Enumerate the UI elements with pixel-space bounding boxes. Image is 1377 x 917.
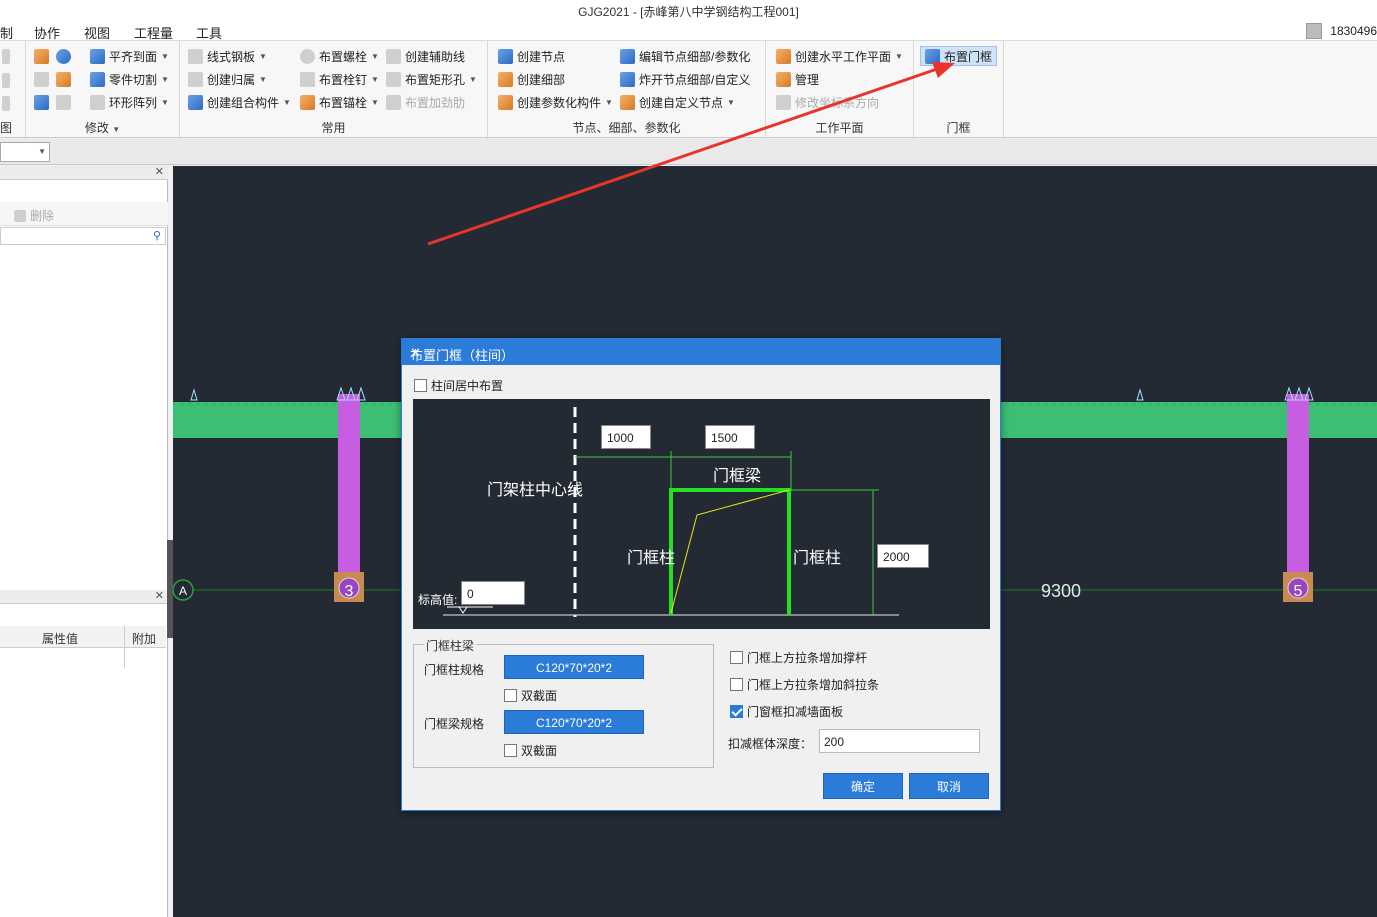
deduct-wall-panel-label: 门窗框扣减墙面板 <box>747 705 844 719</box>
column-double-section-checkbox[interactable]: 双截面 <box>504 687 557 704</box>
center-line-label: 门架柱中心线 <box>487 481 583 499</box>
center-between-columns-checkbox[interactable]: 柱间居中布置 <box>414 377 503 394</box>
checkbox-checked-icon <box>730 705 743 718</box>
beam-double-label: 双截面 <box>521 744 558 758</box>
elevation-label: 标高值: <box>418 592 457 607</box>
frame-members-group: 门框柱梁 门框柱规格 C120*70*20*2 双截面 门框梁规格 C120*7… <box>413 637 714 768</box>
deduct-wall-panel-checkbox[interactable]: 门窗框扣减墙面板 <box>730 703 843 720</box>
height-input[interactable]: 2000 <box>877 544 929 568</box>
right-column-label: 门框柱 <box>793 549 841 567</box>
deduct-depth-input[interactable]: 200 <box>819 729 980 753</box>
checkbox-box <box>504 689 517 702</box>
dialog-title-bar: 布置门框（柱间） ✕ <box>402 339 1000 365</box>
beam-label: 门框梁 <box>713 467 761 485</box>
add-diagonal-checkbox[interactable]: 门框上方拉条增加斜拉条 <box>730 676 879 693</box>
checkbox-box <box>504 744 517 757</box>
door-frame-preview: 门架柱中心线 门框梁 门框柱 门框柱 标高值: 1000 1500 2000 0 <box>413 399 990 629</box>
left-column-label: 门框柱 <box>627 549 675 567</box>
close-icon[interactable]: ✕ <box>410 345 992 361</box>
elevation-input[interactable]: 0 <box>461 581 525 605</box>
add-brace-label: 门框上方拉条增加撑杆 <box>747 651 868 665</box>
beam-spec-button[interactable]: C120*70*20*2 <box>504 710 644 734</box>
door-frame-shape <box>669 488 791 615</box>
door-frame-dialog: 布置门框（柱间） ✕ 柱间居中布置 门架柱中心线 门框梁 门框柱 门框柱 标高值… <box>401 338 1001 811</box>
ok-button[interactable]: 确定 <box>823 773 903 799</box>
beam-spec-label: 门框梁规格 <box>424 717 485 731</box>
column-spec-label: 门框柱规格 <box>424 663 485 677</box>
door-swing-line <box>670 489 790 614</box>
checkbox-box <box>730 678 743 691</box>
cancel-button[interactable]: 取消 <box>909 773 989 799</box>
offset-input[interactable]: 1000 <box>601 425 651 449</box>
center-checkbox-label: 柱间居中布置 <box>431 379 504 393</box>
deduct-depth-label: 扣减框体深度： <box>728 737 813 751</box>
add-brace-checkbox[interactable]: 门框上方拉条增加撑杆 <box>730 649 867 666</box>
column-double-label: 双截面 <box>521 689 558 703</box>
add-diagonal-label: 门框上方拉条增加斜拉条 <box>747 678 880 692</box>
column-spec-button[interactable]: C120*70*20*2 <box>504 655 644 679</box>
checkbox-box <box>414 379 427 392</box>
checkbox-box <box>730 651 743 664</box>
group-title: 门框柱梁 <box>424 637 477 654</box>
beam-double-section-checkbox[interactable]: 双截面 <box>504 742 557 759</box>
width-input[interactable]: 1500 <box>705 425 755 449</box>
